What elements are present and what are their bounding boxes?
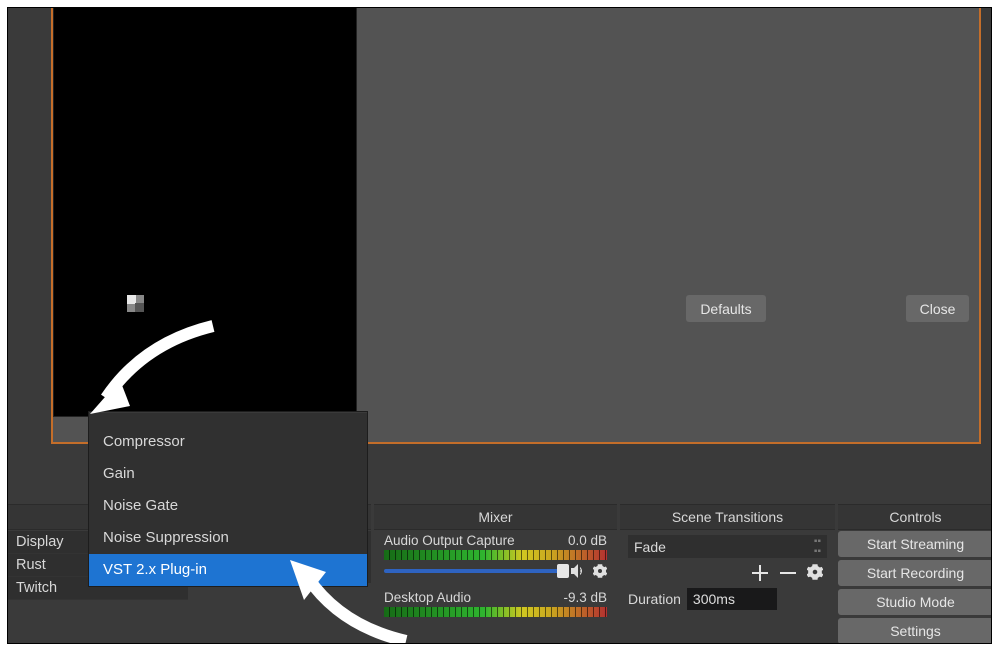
volume-slider-thumb[interactable]: [557, 564, 569, 578]
audio-meter: [384, 607, 607, 617]
menu-item-noise-gate[interactable]: Noise Gate: [89, 490, 367, 522]
speaker-icon[interactable]: [571, 564, 587, 578]
transition-select[interactable]: Fade ▪▪▪▪: [628, 535, 827, 558]
mixer-header: Mixer: [374, 504, 617, 530]
controls-header: Controls: [838, 504, 992, 530]
transitions-header: Scene Transitions: [620, 504, 835, 530]
defaults-button[interactable]: Defaults: [686, 295, 766, 322]
transitions-panel: Fade ▪▪▪▪ Duration: [620, 531, 835, 614]
duration-input[interactable]: [687, 588, 777, 610]
gear-icon[interactable]: [807, 564, 823, 582]
close-button[interactable]: Close: [906, 295, 969, 322]
mixer-channel-db: 0.0 dB: [568, 533, 607, 548]
duration-label: Duration: [628, 591, 681, 607]
menu-item-gain[interactable]: Gain: [89, 458, 367, 490]
start-recording-button[interactable]: Start Recording: [838, 560, 992, 586]
obs-window: Defaults Close S Mixer Scene Transitions…: [7, 7, 992, 644]
mixer-channel-name: Audio Output Capture: [384, 533, 515, 548]
mixer-channel-db: -9.3 dB: [563, 590, 607, 605]
dropdown-grip-icon: ▪▪▪▪: [814, 537, 821, 557]
controls-panel: Start Streaming Start Recording Studio M…: [838, 531, 992, 644]
menu-item-compressor[interactable]: Compressor: [89, 426, 367, 458]
minus-icon[interactable]: [779, 564, 797, 582]
plus-icon[interactable]: [751, 564, 769, 582]
audio-meter: [384, 550, 607, 560]
transition-selected: Fade: [634, 539, 666, 555]
annotation-arrow-top: [88, 318, 228, 428]
start-streaming-button[interactable]: Start Streaming: [838, 531, 992, 557]
settings-button[interactable]: Settings: [838, 618, 992, 644]
transparency-checker-icon: [127, 295, 144, 312]
menu-item-noise-suppression[interactable]: Noise Suppression: [89, 522, 367, 554]
gear-icon[interactable]: [593, 564, 607, 578]
annotation-arrow-bottom: [286, 556, 416, 644]
studio-mode-button[interactable]: Studio Mode: [838, 589, 992, 615]
